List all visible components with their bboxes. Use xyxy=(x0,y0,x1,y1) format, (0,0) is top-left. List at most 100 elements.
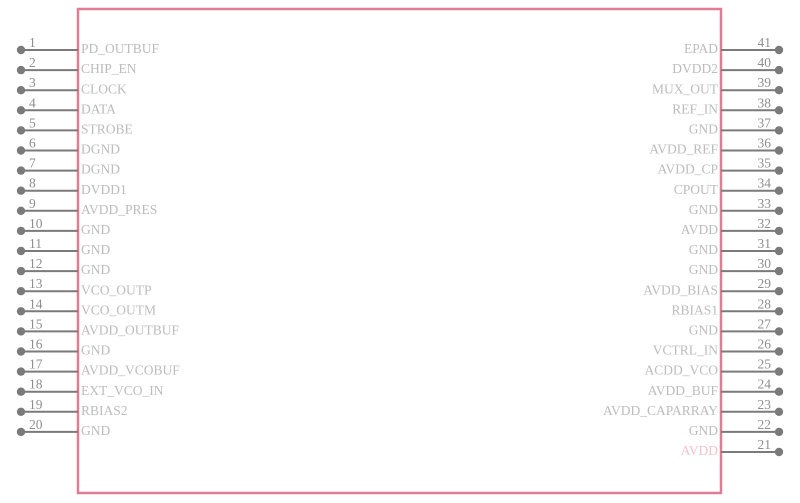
pin-29[interactable]: 29 AVDD_BIAS xyxy=(643,276,784,297)
pin-terminal-dot-11[interactable] xyxy=(16,246,26,256)
pin-17[interactable]: 17 AVDD_VCOBUF xyxy=(16,357,180,378)
pin-number-7: 7 xyxy=(29,156,36,171)
pin-terminal-dot-38[interactable] xyxy=(774,106,784,115)
pin-label-35: AVDD_CP xyxy=(657,162,718,177)
pin-36[interactable]: 36 AVDD_REF xyxy=(649,136,784,157)
pin-terminal-dot-3[interactable] xyxy=(16,86,26,95)
pin-terminal-dot-31[interactable] xyxy=(774,246,784,256)
pin-number-2: 2 xyxy=(29,55,36,70)
pin-label-33: GND xyxy=(689,202,718,217)
pin-14[interactable]: 14 VCO_OUTM xyxy=(16,296,156,317)
pin-13[interactable]: 13 VCO_OUTP xyxy=(16,276,152,297)
pin-number-18: 18 xyxy=(29,377,43,392)
pin-number-28: 28 xyxy=(758,296,772,311)
pin-number-22: 22 xyxy=(758,417,772,432)
pin-10[interactable]: 10 GND xyxy=(16,216,111,237)
pin-terminal-dot-28[interactable] xyxy=(774,307,784,316)
pin-23[interactable]: 23 AVDD_CAPARRAY xyxy=(603,397,784,418)
pin-number-4: 4 xyxy=(29,95,36,110)
pin-terminal-dot-7[interactable] xyxy=(16,166,26,175)
pin-number-24: 24 xyxy=(758,377,772,392)
pin-9[interactable]: 9 AVDD_PRES xyxy=(16,196,157,217)
pin-16[interactable]: 16 GND xyxy=(16,337,111,358)
pin-terminal-dot-37[interactable] xyxy=(774,126,784,135)
pin-18[interactable]: 18 EXT_VCO_IN xyxy=(16,377,164,398)
pin-39[interactable]: 39 MUX_OUT xyxy=(652,75,784,96)
pin-37[interactable]: 37 GND xyxy=(689,115,784,136)
pin-terminal-dot-17[interactable] xyxy=(16,367,26,376)
pin-25[interactable]: 25 ACDD_VCO xyxy=(644,357,784,378)
pin-terminal-dot-20[interactable] xyxy=(16,427,26,437)
pin-label-6: DGND xyxy=(81,142,120,157)
pin-30[interactable]: 30 GND xyxy=(689,256,784,277)
pin-7[interactable]: 7 DGND xyxy=(16,156,120,177)
pin-38[interactable]: 38 REF_IN xyxy=(672,95,784,116)
pin-32[interactable]: 32 AVDD xyxy=(681,216,784,237)
pin-terminal-dot-29[interactable] xyxy=(774,287,784,296)
pin-4[interactable]: 4 DATA xyxy=(16,95,116,116)
pin-terminal-dot-27[interactable] xyxy=(774,327,784,336)
pin-24[interactable]: 24 AVDD_BUF xyxy=(648,377,784,398)
pin-label-39: MUX_OUT xyxy=(652,81,719,96)
pin-40[interactable]: 40 DVDD2 xyxy=(672,55,784,76)
pin-26[interactable]: 26 VCTRL_IN xyxy=(653,337,784,358)
pin-19[interactable]: 19 RBIAS2 xyxy=(16,397,128,418)
pin-label-19: RBIAS2 xyxy=(81,403,128,418)
pin-12[interactable]: 12 GND xyxy=(16,256,111,277)
pin-terminal-dot-36[interactable] xyxy=(774,146,784,155)
pin-1[interactable]: 1 PD_OUTBUF xyxy=(16,35,160,56)
pin-terminal-dot-30[interactable] xyxy=(774,266,784,276)
pin-terminal-dot-25[interactable] xyxy=(774,367,784,376)
pin-34[interactable]: 34 CPOUT xyxy=(674,176,784,197)
pin-terminal-dot-5[interactable] xyxy=(16,126,26,135)
pin-terminal-dot-39[interactable] xyxy=(774,86,784,95)
pin-terminal-dot-23[interactable] xyxy=(774,407,784,416)
pin-number-10: 10 xyxy=(29,216,43,231)
pin-terminal-dot-4[interactable] xyxy=(16,106,26,115)
pin-label-11: GND xyxy=(81,242,110,257)
pin-terminal-dot-19[interactable] xyxy=(16,407,26,416)
pin-11[interactable]: 11 GND xyxy=(16,236,111,257)
pin-terminal-dot-6[interactable] xyxy=(16,146,26,155)
pin-33[interactable]: 33 GND xyxy=(689,196,784,217)
pin-terminal-dot-8[interactable] xyxy=(16,186,26,195)
pin-terminal-dot-1[interactable] xyxy=(16,45,26,55)
pin-15[interactable]: 15 AVDD_OUTBUF xyxy=(16,316,180,337)
pin-28[interactable]: 28 RBIAS1 xyxy=(671,296,784,317)
pin-terminal-dot-18[interactable] xyxy=(16,387,26,396)
pin-terminal-dot-35[interactable] xyxy=(774,166,784,175)
pin-terminal-dot-22[interactable] xyxy=(774,427,784,437)
pin-terminal-dot-13[interactable] xyxy=(16,287,26,296)
pin-41[interactable]: 41 EPAD xyxy=(684,35,784,56)
pin-terminal-dot-21[interactable] xyxy=(774,447,784,457)
pin-number-37: 37 xyxy=(758,115,772,130)
pin-31[interactable]: 31 GND xyxy=(689,236,784,257)
pin-21[interactable]: 21 AVDD xyxy=(681,437,784,458)
pin-22[interactable]: 22 GND xyxy=(689,417,784,438)
pin-terminal-dot-16[interactable] xyxy=(16,347,26,356)
pin-terminal-dot-14[interactable] xyxy=(16,307,26,316)
pin-label-41: EPAD xyxy=(684,41,718,56)
pin-6[interactable]: 6 DGND xyxy=(16,136,120,157)
pin-terminal-dot-10[interactable] xyxy=(16,226,26,236)
pin-terminal-dot-33[interactable] xyxy=(774,206,784,215)
pin-terminal-dot-24[interactable] xyxy=(774,387,784,396)
pin-terminal-dot-41[interactable] xyxy=(774,45,784,55)
pin-terminal-dot-40[interactable] xyxy=(774,65,784,75)
pin-3[interactable]: 3 CLOCK xyxy=(16,75,127,96)
schematic-symbol-svg: 1 PD_OUTBUF 2 CHIP_EN 3 CLOCK 4 DATA 5 STROBE 6 DGN… xyxy=(16,7,784,495)
pin-5[interactable]: 5 STROBE xyxy=(16,115,133,136)
pin-terminal-dot-26[interactable] xyxy=(774,347,784,356)
pin-terminal-dot-12[interactable] xyxy=(16,266,26,276)
pin-terminal-dot-9[interactable] xyxy=(16,206,26,215)
pin-terminal-dot-34[interactable] xyxy=(774,186,784,195)
pin-label-7: DGND xyxy=(81,162,120,177)
pin-27[interactable]: 27 GND xyxy=(689,316,784,337)
pin-number-8: 8 xyxy=(29,176,36,191)
pin-label-40: DVDD2 xyxy=(672,61,718,76)
pin-terminal-dot-15[interactable] xyxy=(16,327,26,336)
pin-terminal-dot-2[interactable] xyxy=(16,65,26,75)
pin-20[interactable]: 20 GND xyxy=(16,417,111,438)
pin-terminal-dot-32[interactable] xyxy=(774,226,784,236)
pin-8[interactable]: 8 DVDD1 xyxy=(16,176,127,197)
